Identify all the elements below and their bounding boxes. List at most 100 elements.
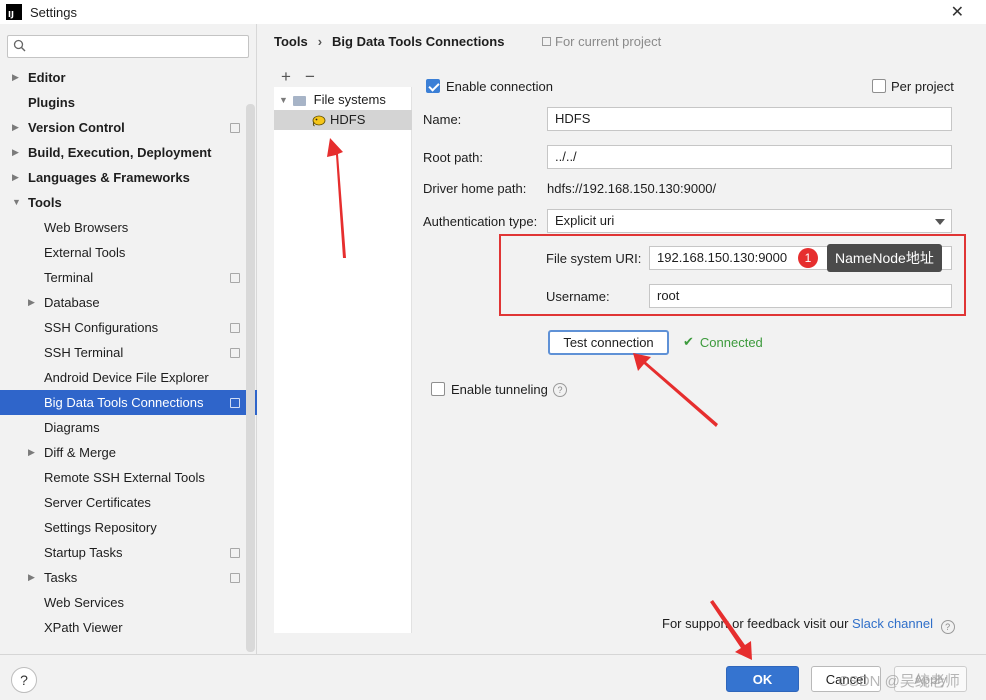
sidebar-item-terminal[interactable]: Terminal	[0, 265, 246, 290]
chevron-down-icon[interactable]: ▼	[12, 190, 22, 215]
sidebar-item-label: Android Device File Explorer	[44, 370, 209, 385]
add-connection-button[interactable]: +	[281, 67, 291, 87]
chevron-right-icon[interactable]: ▶	[12, 65, 22, 90]
sidebar-item-label: Database	[44, 295, 100, 310]
test-connection-button[interactable]: Test connection	[548, 330, 669, 355]
auth-type-row: Authentication type: Explicit uri	[412, 209, 986, 233]
sidebar-item-remote-ssh-external-tools[interactable]: Remote SSH External Tools	[0, 465, 246, 490]
search-input[interactable]	[34, 38, 244, 55]
sidebar-item-label: Web Services	[44, 595, 124, 610]
enable-tunneling-checkbox[interactable]	[431, 382, 445, 396]
project-scope-icon	[230, 123, 240, 133]
remove-connection-button[interactable]: −	[305, 67, 315, 87]
enable-tunneling-label[interactable]: Enable tunneling	[451, 382, 548, 397]
expand-arrow-icon[interactable]: ▼	[279, 90, 288, 110]
settings-tree: ▶ Editor Plugins ▶ Version Control ▶ Build, Ex…	[0, 65, 257, 640]
project-scope-icon	[230, 323, 240, 333]
driver-home-value: hdfs://192.168.150.130:9000/	[547, 181, 717, 196]
sidebar-item-label: Version Control	[28, 120, 125, 135]
sidebar-item-ssh-configurations[interactable]: SSH Configurations	[0, 315, 246, 340]
project-scope-icon	[230, 573, 240, 583]
folder-icon	[293, 95, 306, 106]
auth-type-value: Explicit uri	[555, 213, 615, 228]
chevron-right-icon[interactable]: ▶	[28, 440, 38, 465]
enable-connection-row: Enable connection Per project	[412, 79, 986, 99]
chevron-right-icon[interactable]: ▶	[12, 115, 22, 140]
sidebar-item-external-tools[interactable]: External Tools	[0, 240, 246, 265]
sidebar-item-label: Settings Repository	[44, 520, 157, 535]
auth-type-label: Authentication type:	[423, 214, 538, 229]
auth-type-dropdown[interactable]: Explicit uri	[547, 209, 952, 233]
sidebar-item-languages-frameworks[interactable]: ▶ Languages & Frameworks	[0, 165, 246, 190]
sidebar-item-label: Big Data Tools Connections	[44, 395, 204, 410]
driver-home-label: Driver home path:	[423, 181, 527, 196]
ok-button[interactable]: OK	[726, 666, 799, 692]
sidebar-item-label: Plugins	[28, 95, 75, 110]
window-title: Settings	[30, 4, 77, 20]
tunneling-row: Enable tunneling ?	[412, 382, 986, 402]
enable-connection-checkbox[interactable]	[426, 79, 440, 93]
chevron-right-icon[interactable]: ▶	[12, 165, 22, 190]
close-icon[interactable]: ✕	[951, 2, 964, 22]
help-icon[interactable]: ?	[553, 383, 567, 397]
sidebar-scrollbar[interactable]	[246, 104, 255, 652]
project-scope-icon	[542, 37, 551, 46]
slack-channel-link[interactable]: Slack channel	[852, 616, 933, 631]
sidebar-item-web-browsers[interactable]: Web Browsers	[0, 215, 246, 240]
project-scope-icon	[230, 348, 240, 358]
help-button[interactable]: ?	[11, 667, 37, 693]
search-icon	[13, 39, 26, 52]
scope-text: For current project	[555, 34, 662, 49]
root-path-field[interactable]: ../../	[547, 145, 952, 169]
sidebar-item-label: Diagrams	[44, 420, 100, 435]
help-icon[interactable]: ?	[940, 620, 955, 634]
sidebar-item-editor[interactable]: ▶ Editor	[0, 65, 246, 90]
sidebar-item-label: Tools	[28, 195, 62, 210]
project-scope-icon	[230, 273, 240, 283]
sidebar-item-big-data-tools-connections[interactable]: Big Data Tools Connections	[0, 390, 257, 415]
name-field[interactable]: HDFS	[547, 107, 952, 131]
sidebar-item-build-execution-deployment[interactable]: ▶ Build, Execution, Deployment	[0, 140, 246, 165]
sidebar-item-web-services[interactable]: Web Services	[0, 590, 246, 615]
project-scope-icon	[230, 548, 240, 558]
sidebar-item-label: Diff & Merge	[44, 445, 117, 460]
sidebar-item-tools[interactable]: ▼ Tools	[0, 190, 246, 215]
sidebar-item-settings-repository[interactable]: Settings Repository	[0, 515, 246, 540]
sidebar-item-diff-merge[interactable]: ▶ Diff & Merge	[0, 440, 246, 465]
tree-node-file-systems[interactable]: ▼ File systems	[279, 90, 386, 110]
sidebar-item-startup-tasks[interactable]: Startup Tasks	[0, 540, 246, 565]
name-label: Name:	[423, 112, 462, 127]
sidebar-item-label: Remote SSH External Tools	[44, 470, 205, 485]
connections-tree: ▼ File systems HDFS	[274, 87, 412, 633]
sidebar-item-version-control[interactable]: ▶ Version Control	[0, 115, 246, 140]
sidebar-item-label: SSH Configurations	[44, 320, 159, 335]
check-icon: ✔	[683, 334, 694, 349]
hadoop-elephant-icon	[312, 115, 326, 127]
enable-connection-label[interactable]: Enable connection	[446, 79, 553, 94]
sidebar-item-diagrams[interactable]: Diagrams	[0, 415, 246, 440]
settings-sidebar: ▶ Editor Plugins ▶ Version Control ▶ Build, Ex…	[0, 24, 257, 654]
sidebar-item-android-device-file-explorer[interactable]: Android Device File Explorer	[0, 365, 246, 390]
sidebar-item-plugins[interactable]: Plugins	[0, 90, 246, 115]
sidebar-item-database[interactable]: ▶ Database	[0, 290, 246, 315]
sidebar-item-xpath-viewer[interactable]: XPath Viewer	[0, 615, 246, 640]
per-project-label[interactable]: Per project	[891, 79, 954, 94]
chevron-right-icon[interactable]: ▶	[28, 565, 38, 590]
sidebar-item-ssh-terminal[interactable]: SSH Terminal	[0, 340, 246, 365]
project-scope-icon	[230, 398, 240, 408]
settings-search[interactable]	[7, 35, 249, 58]
driver-home-row: Driver home path: hdfs://192.168.150.130…	[412, 181, 986, 201]
tree-node-hdfs[interactable]: HDFS	[274, 110, 412, 130]
per-project-checkbox[interactable]	[872, 79, 886, 93]
sidebar-item-label: Languages & Frameworks	[28, 170, 190, 185]
name-row: Name: HDFS	[412, 107, 986, 131]
chevron-right-icon[interactable]: ▶	[12, 140, 22, 165]
sidebar-item-label: Build, Execution, Deployment	[28, 145, 212, 160]
sidebar-item-label: Editor	[28, 70, 66, 85]
annotation-tooltip: NameNode地址	[827, 244, 942, 272]
breadcrumb-tools[interactable]: Tools	[274, 34, 308, 49]
sidebar-item-server-certificates[interactable]: Server Certificates	[0, 490, 246, 515]
chevron-right-icon[interactable]: ▶	[28, 290, 38, 315]
support-label: For support or feedback visit our	[662, 616, 849, 631]
sidebar-item-tasks[interactable]: ▶ Tasks	[0, 565, 246, 590]
